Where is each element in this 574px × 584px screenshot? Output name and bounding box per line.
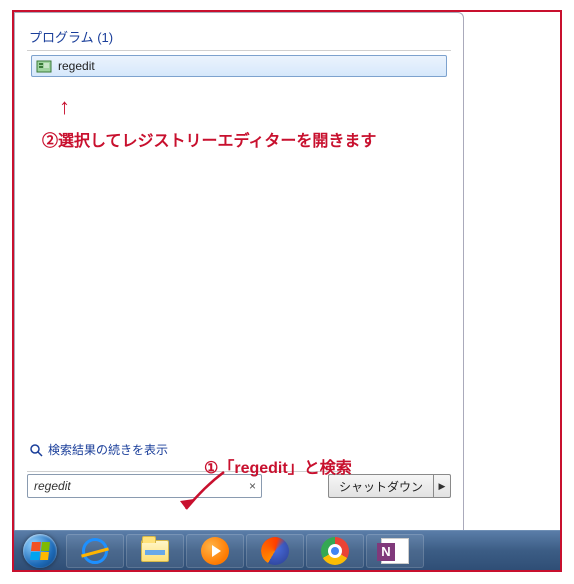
start-button[interactable] [16, 534, 64, 568]
search-row: regedit × シャットダウン ▶ [27, 474, 451, 498]
windows-orb-icon [23, 534, 57, 568]
search-icon [29, 443, 43, 457]
search-result-regedit[interactable]: regedit [31, 55, 447, 77]
annotation-border: プログラム (1) regedit 検索結果の続きを表示 regedit [12, 10, 562, 572]
chevron-right-icon: ▶ [439, 481, 446, 492]
divider [27, 471, 351, 472]
folder-icon [141, 540, 169, 562]
programs-section-header: プログラム (1) [27, 23, 451, 51]
clear-search-icon[interactable]: × [249, 479, 256, 493]
ie-icon [82, 538, 108, 564]
taskbar [14, 530, 560, 570]
shutdown-label: シャットダウン [339, 478, 423, 495]
taskbar-item-wmp[interactable] [186, 534, 244, 568]
shutdown-split-button[interactable]: シャットダウン ▶ [328, 474, 451, 498]
onenote-icon [381, 538, 409, 564]
taskbar-item-ie[interactable] [66, 534, 124, 568]
taskbar-item-onenote[interactable] [366, 534, 424, 568]
more-results-label: 検索結果の続きを表示 [48, 441, 168, 458]
shutdown-button[interactable]: シャットダウン [328, 474, 433, 498]
start-menu-panel: プログラム (1) regedit 検索結果の続きを表示 regedit [14, 12, 464, 534]
firefox-icon [261, 537, 289, 565]
search-input[interactable]: regedit × [27, 474, 262, 498]
media-player-icon [201, 537, 229, 565]
search-result-label: regedit [58, 59, 95, 73]
search-input-value: regedit [34, 479, 71, 493]
shutdown-dropdown[interactable]: ▶ [433, 474, 451, 498]
taskbar-item-explorer[interactable] [126, 534, 184, 568]
taskbar-item-chrome[interactable] [306, 534, 364, 568]
taskbar-item-firefox[interactable] [246, 534, 304, 568]
regedit-icon [36, 58, 52, 74]
more-results-link[interactable]: 検索結果の続きを表示 [27, 437, 170, 462]
chrome-icon [321, 537, 349, 565]
